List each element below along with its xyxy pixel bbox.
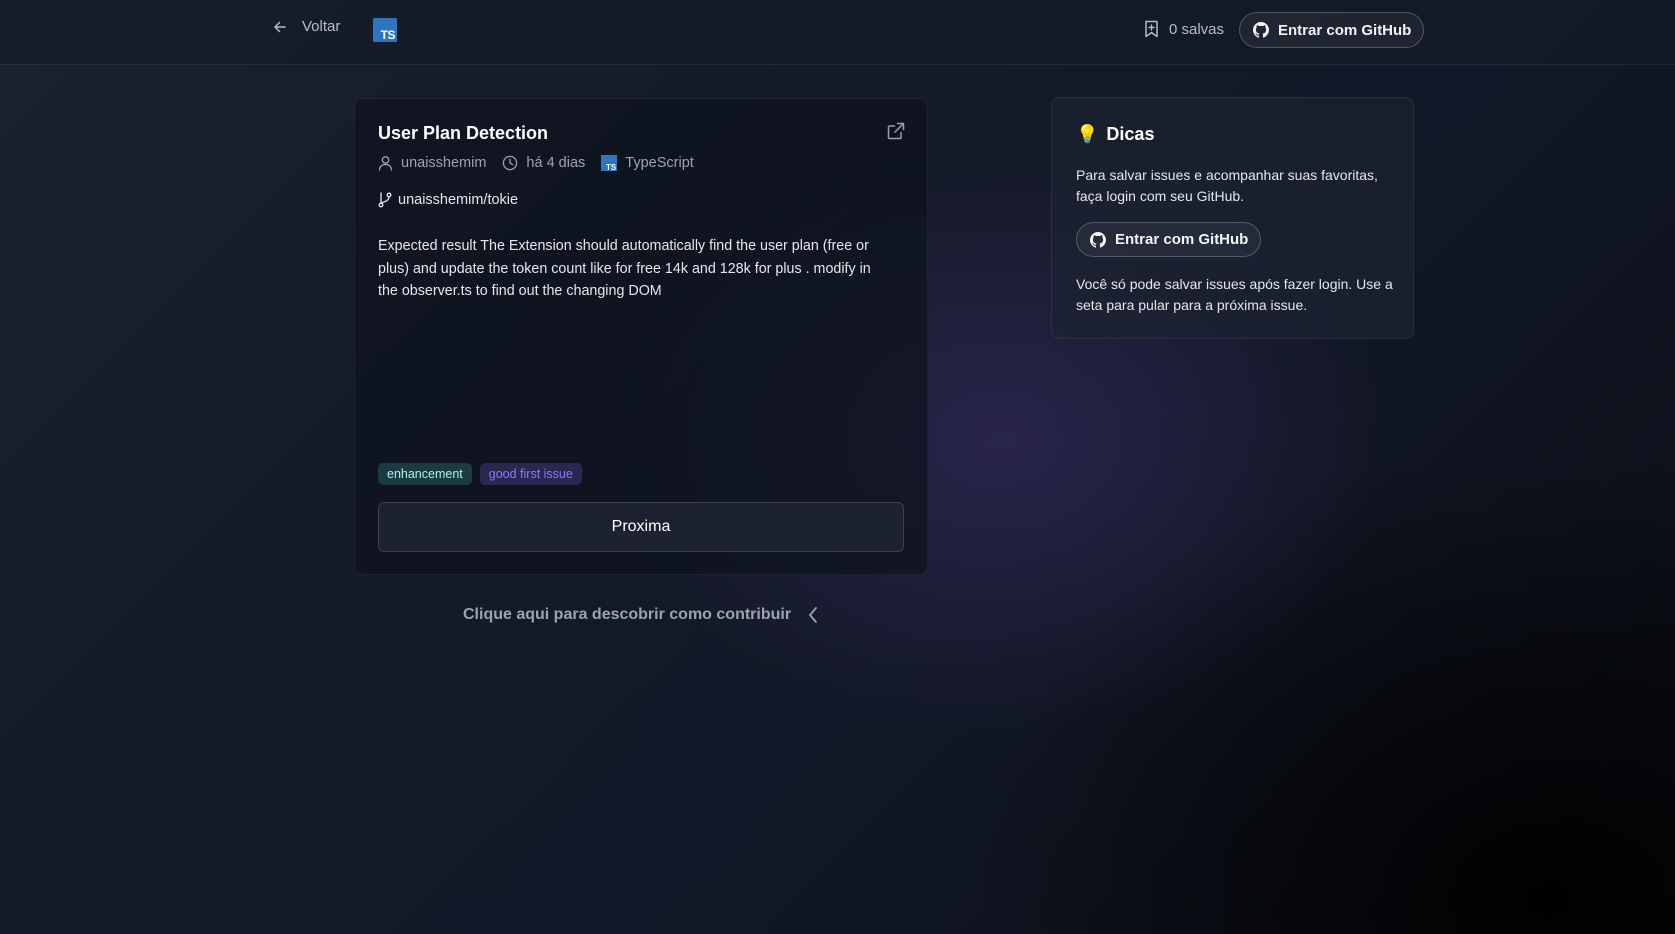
contribute-label: Clique aqui para descobrir como contribu… [463,606,792,623]
saved-issues-link[interactable]: 0 salvas [1144,20,1224,38]
login-github-button[interactable]: Entrar com GitHub [1239,12,1425,48]
author-meta: unaisshemim [378,155,486,171]
external-link-icon [887,122,905,140]
typescript-icon: TS [601,155,618,172]
how-to-contribute-link[interactable]: Clique aqui para descobrir como contribu… [463,606,819,624]
typescript-logo: TS [373,18,397,42]
label-good-first-issue: good first issue [479,463,582,485]
user-icon [378,156,393,171]
git-branch-icon [378,192,392,208]
open-external-button[interactable] [887,122,905,145]
issue-meta: unaisshemim há 4 dias TS TypeScript [378,155,710,172]
lightbulb-icon: 💡 [1076,124,1099,144]
bookmark-icon [1145,20,1158,38]
clock-icon [503,155,518,171]
tips-login-text: Para salvar issues e acompanhar suas fav… [1076,167,1378,204]
language-meta: TS TypeScript [601,155,694,172]
login-github-label: Entrar com GitHub [1278,21,1412,39]
back-label: Voltar [302,18,341,35]
repo-link[interactable]: unaisshemim/tokie [378,192,518,208]
github-icon [1090,231,1106,248]
issue-card: User Plan Detection unaisshemim há 4 dia… [354,98,928,575]
language-name: TypeScript [625,155,694,171]
tips-save-info-text: Você só pode salvar issues após fazer lo… [1076,276,1393,313]
tips-heading: 💡 Dicas [1076,124,1154,145]
author-name: unaisshemim [401,155,487,171]
tips-title: Dicas [1106,124,1155,144]
back-link[interactable]: Voltar [272,18,340,35]
issue-title: User Plan Detection [378,123,549,143]
issue-body: Expected result The Extension should aut… [378,238,871,299]
saved-count: 0 salvas [1169,20,1225,38]
next-issue-button[interactable]: Proxima [378,502,904,552]
logo-text: TS [380,28,396,42]
github-icon [1253,22,1269,38]
time-meta: há 4 dias [502,155,585,171]
repo-name: unaisshemim/tokie [398,192,519,208]
label-enhancement: enhancement [378,463,472,485]
language-badge: TS [606,163,617,172]
tips-card: 💡 Dicas Para salvar issues e acompanhar … [1051,97,1414,339]
chevron-left-icon [809,607,817,623]
tips-login-github-label: Entrar com GitHub [1115,231,1249,248]
top-bar: Voltar TS 0 salvas Entrar com GitHub [0,0,1675,65]
arrow-left-icon [274,21,286,32]
tips-login-github-button[interactable]: Entrar com GitHub [1076,222,1262,257]
issue-labels: enhancement good first issue [378,463,582,485]
time-ago: há 4 dias [526,155,586,171]
